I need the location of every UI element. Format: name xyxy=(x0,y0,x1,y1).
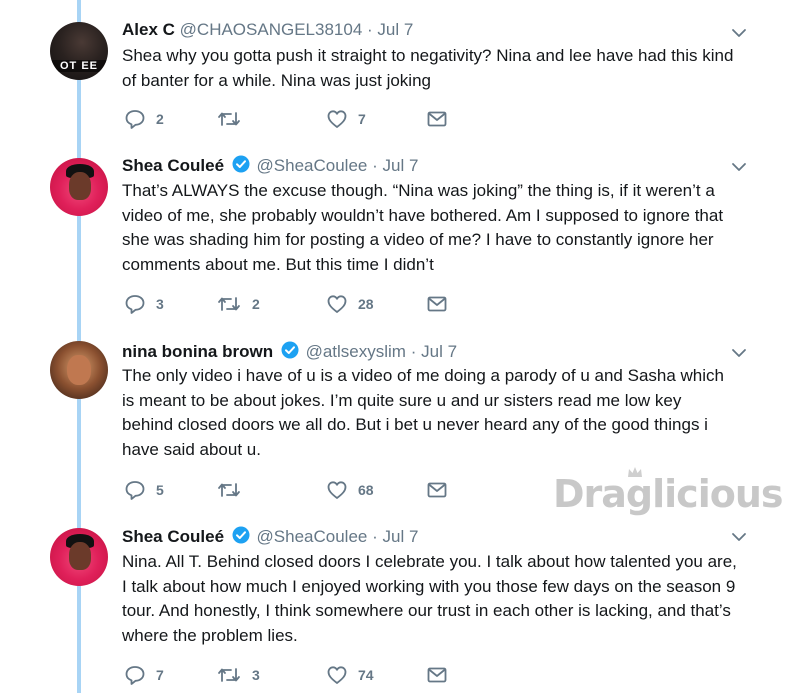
like-count: 74 xyxy=(358,667,374,683)
user-handle[interactable]: @SheaCoulee xyxy=(257,527,368,546)
tweet-header: nina bonina brown @atlsexyslim · Jul 7 xyxy=(122,341,457,362)
tweet-header: Shea Couleé @SheaCoulee · Jul 7 xyxy=(122,526,418,547)
retweet-icon xyxy=(218,297,240,311)
like-count: 7 xyxy=(358,111,366,127)
heart-icon xyxy=(327,295,347,313)
like-button[interactable]: 7 xyxy=(326,108,366,130)
reply-button[interactable]: 3 xyxy=(124,293,164,315)
avatar[interactable] xyxy=(50,341,108,399)
tweet-text: That’s ALWAYS the excuse though. “Nina w… xyxy=(122,181,724,274)
like-button[interactable]: 28 xyxy=(326,293,374,315)
retweet-button[interactable] xyxy=(216,108,252,130)
reply-button[interactable]: 2 xyxy=(124,108,164,130)
reply-icon xyxy=(125,481,145,500)
direct-message-button[interactable] xyxy=(426,664,448,686)
reply-icon xyxy=(125,295,145,314)
heart-icon xyxy=(327,110,347,128)
chevron-down-icon[interactable] xyxy=(731,27,747,39)
like-button[interactable]: 74 xyxy=(326,664,374,686)
separator-dot: · xyxy=(367,20,373,39)
tweet-text: The only video i have of u is a video of… xyxy=(122,366,724,459)
direct-message-button[interactable] xyxy=(426,293,448,315)
envelope-icon xyxy=(427,667,447,683)
reply-button[interactable]: 7 xyxy=(124,664,164,686)
heart-icon xyxy=(327,481,347,499)
crown-icon xyxy=(628,467,642,477)
direct-message-button[interactable] xyxy=(426,108,448,130)
reply-count: 2 xyxy=(156,111,164,127)
reply-button[interactable]: 5 xyxy=(124,479,164,501)
user-handle[interactable]: @CHAOSANGEL38104 xyxy=(180,20,363,39)
verified-badge-icon xyxy=(232,155,250,173)
separator-dot: · xyxy=(372,527,378,546)
display-name[interactable]: Alex C xyxy=(122,20,175,39)
heart-icon xyxy=(327,666,347,684)
like-count: 28 xyxy=(358,296,374,312)
retweet-button[interactable]: 3 xyxy=(216,664,260,686)
tweet-text: Nina. All T. Behind closed doors I celeb… xyxy=(122,552,737,645)
reply-icon xyxy=(125,666,145,685)
envelope-icon xyxy=(427,296,447,312)
avatar[interactable] xyxy=(50,158,108,216)
display-name[interactable]: Shea Couleé xyxy=(122,527,224,546)
retweet-button[interactable]: 2 xyxy=(216,293,260,315)
like-count: 68 xyxy=(358,482,374,498)
reply-count: 7 xyxy=(156,667,164,683)
tweet-date[interactable]: Jul 7 xyxy=(377,20,413,39)
like-button[interactable]: 68 xyxy=(326,479,374,501)
tweet-text: Shea why you gotta push it straight to n… xyxy=(122,46,734,90)
display-name[interactable]: Shea Couleé xyxy=(122,156,224,175)
avatar[interactable]: OT EE xyxy=(50,22,108,80)
watermark-logo: Draglicious xyxy=(553,464,784,524)
chevron-down-icon[interactable] xyxy=(731,531,747,543)
separator-dot: · xyxy=(372,156,378,175)
retweet-icon xyxy=(218,483,240,497)
retweet-icon xyxy=(218,112,240,126)
reply-count: 3 xyxy=(156,296,164,312)
direct-message-button[interactable] xyxy=(426,479,448,501)
tweet-date[interactable]: Jul 7 xyxy=(383,156,419,175)
reply-count: 5 xyxy=(156,482,164,498)
retweet-count: 2 xyxy=(252,296,260,312)
verified-badge-icon xyxy=(232,526,250,544)
display-name[interactable]: nina bonina brown xyxy=(122,342,273,361)
retweet-button[interactable] xyxy=(216,479,252,501)
separator-dot: · xyxy=(410,342,417,361)
envelope-icon xyxy=(427,482,447,498)
reply-icon xyxy=(125,110,145,129)
avatar-overlay-text: OT EE xyxy=(50,60,108,72)
tweet-date[interactable]: Jul 7 xyxy=(383,527,419,546)
tweet-header: Alex C @CHAOSANGEL38104 · Jul 7 xyxy=(122,20,413,40)
avatar[interactable] xyxy=(50,528,108,586)
envelope-icon xyxy=(427,111,447,127)
watermark-text: Draglicious xyxy=(553,472,784,516)
chevron-down-icon[interactable] xyxy=(731,347,747,359)
user-handle[interactable]: @atlsexyslim xyxy=(306,342,406,361)
chevron-down-icon[interactable] xyxy=(731,161,747,173)
retweet-icon xyxy=(218,668,240,682)
user-handle[interactable]: @SheaCoulee xyxy=(257,156,368,175)
retweet-count: 3 xyxy=(252,667,260,683)
tweet-date[interactable]: Jul 7 xyxy=(421,342,457,361)
verified-badge-icon xyxy=(281,341,299,359)
tweet-header: Shea Couleé @SheaCoulee · Jul 7 xyxy=(122,155,418,176)
